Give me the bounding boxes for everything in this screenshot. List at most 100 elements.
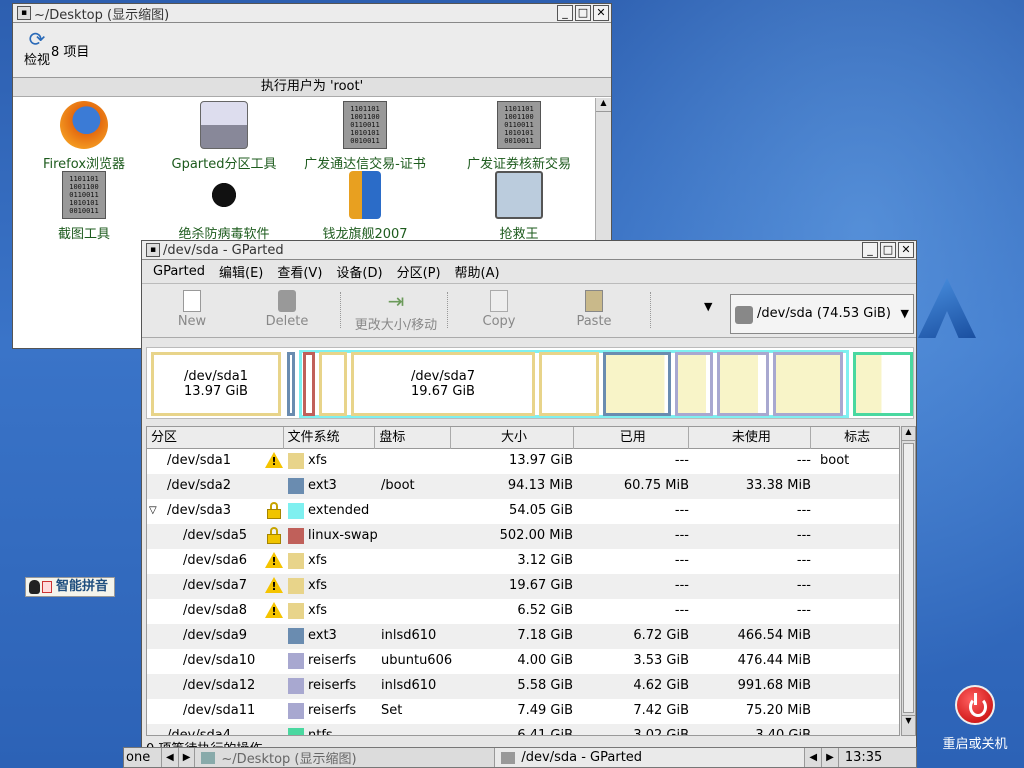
desktop-icon-label: Gparted分区工具 — [171, 157, 277, 172]
scroll-thumb[interactable] — [903, 443, 914, 713]
col-size[interactable]: 大小 — [451, 427, 574, 449]
partition-used: --- — [674, 578, 689, 593]
taskbar-task-filemanager[interactable]: ~/Desktop (显示缩图) — [195, 748, 496, 767]
gparted-titlebar[interactable]: ▪ /dev/sda - GParted _ □ ✕ — [142, 241, 916, 260]
close-icon[interactable]: ✕ — [593, 5, 609, 21]
refresh-button[interactable]: ⟳ 检视 — [19, 29, 55, 68]
power-button[interactable]: 重启或关机 — [940, 685, 1010, 752]
clock[interactable]: 13:35 — [839, 748, 888, 767]
toolbar-overflow-arrow[interactable]: ▼ — [704, 300, 712, 313]
warning-icon[interactable]: ! — [265, 602, 283, 618]
warning-icon[interactable]: ! — [265, 552, 283, 568]
new-label: New — [177, 314, 207, 329]
desktop-icon-7[interactable]: 钱龙旗舰2007 — [300, 171, 430, 242]
table-row[interactable]: /dev/sda8! xfs 6.52 GiB --- --- — [147, 599, 899, 624]
partition-name: /dev/sda3 — [167, 503, 231, 518]
partition-unused: 991.68 MiB — [737, 678, 811, 693]
minimize-icon[interactable]: _ — [862, 242, 878, 258]
menu-view[interactable]: 查看(V) — [277, 262, 322, 281]
table-row[interactable]: /dev/sda10 reiserfs ubuntu606 4.00 GiB 3.53 … — [147, 649, 899, 674]
col-filesystem[interactable]: 文件系统 — [284, 427, 376, 449]
file-manager-titlebar[interactable]: ▪ ~/Desktop (显示缩图) _ □ ✕ — [13, 4, 611, 23]
table-row[interactable]: /dev/sda11 reiserfs Set 7.49 GiB 7.42 GiB 75.… — [147, 699, 899, 724]
copy-button[interactable]: Copy — [479, 290, 519, 329]
table-row[interactable]: /dev/sda6! xfs 3.12 GiB --- --- — [147, 549, 899, 574]
diskmap-sda5[interactable] — [303, 352, 315, 416]
diskmap-sda2[interactable] — [287, 352, 295, 416]
partition-unused: --- — [796, 503, 811, 518]
menu-partition[interactable]: 分区(P) — [397, 262, 441, 281]
scroll-up-icon[interactable]: ▲ — [902, 427, 915, 441]
diskmap-sda1[interactable]: /dev/sda1 13.97 GiB — [151, 352, 281, 416]
window-menu-icon[interactable]: ▪ — [17, 6, 31, 20]
diskmap-sda7[interactable]: /dev/sda7 19.67 GiB — [351, 352, 535, 416]
menu-edit[interactable]: 编辑(E) — [219, 262, 263, 281]
menu-help[interactable]: 帮助(A) — [455, 262, 500, 281]
taskbar-next[interactable]: ▶ — [179, 748, 196, 767]
scroll-down-icon[interactable]: ▼ — [902, 715, 915, 729]
scroll-up-icon[interactable]: ▲ — [596, 98, 611, 112]
desktop-icon-1[interactable]: Firefox浏览器 — [19, 101, 149, 172]
col-flags[interactable]: 标志 — [811, 427, 899, 449]
taskbar-task-gparted[interactable]: /dev/sda - GParted — [495, 748, 806, 767]
col-partition[interactable]: 分区 — [147, 427, 284, 449]
table-row[interactable]: /dev/sda2 ext3/boot 94.13 MiB 60.75 MiB 33.3… — [147, 474, 899, 499]
table-row[interactable]: /dev/sda9 ext3 inlsd610 7.18 GiB 6.72 GiB 466… — [147, 624, 899, 649]
diskmap-sda6[interactable] — [319, 352, 347, 416]
maximize-icon[interactable]: □ — [880, 242, 896, 258]
diskmap-sda12[interactable] — [717, 352, 769, 416]
filesystem-color-swatch — [288, 578, 304, 594]
table-row[interactable]: /dev/sda4 ntfs 6.41 GiB 3.02 GiB 3.40 GiB — [147, 724, 899, 735]
paste-button[interactable]: Paste — [572, 290, 616, 329]
taskbar-scroll-right[interactable]: ▶ — [822, 748, 839, 767]
diskmap-sda4[interactable] — [853, 352, 913, 416]
warning-icon[interactable]: ! — [265, 452, 283, 468]
qianlong-icon — [349, 171, 381, 219]
partition-name: /dev/sda1 — [167, 453, 231, 468]
table-row[interactable]: /dev/sda12 reiserfs inlsd610 5.58 GiB 4.62 G… — [147, 674, 899, 699]
table-row[interactable]: ▽ /dev/sda3 extended 54.05 GiB --- --- — [147, 499, 899, 524]
expander-icon[interactable]: ▽ — [149, 505, 157, 516]
col-unused[interactable]: 未使用 — [689, 427, 812, 449]
diskmap-sda8[interactable] — [539, 352, 599, 416]
partition-flags: boot — [820, 453, 850, 468]
desktop-icon-2[interactable]: Gparted分区工具 — [159, 101, 289, 172]
folder-icon — [201, 751, 216, 764]
col-label[interactable]: 盘标 — [375, 427, 452, 449]
table-row[interactable]: /dev/sda5 linux-swap 502.00 MiB --- --- — [147, 524, 899, 549]
device-selector[interactable]: /dev/sda (74.53 GiB) ▼ — [730, 294, 914, 334]
close-icon[interactable]: ✕ — [898, 242, 914, 258]
menu-gparted[interactable]: GParted — [153, 264, 205, 279]
delete-button[interactable]: Delete — [262, 290, 312, 329]
taskbar-prev[interactable]: ◀ — [162, 748, 179, 767]
maximize-icon[interactable]: □ — [575, 5, 591, 21]
diskmap-sda9[interactable] — [603, 352, 671, 416]
partition-name: /dev/sda6 — [183, 553, 247, 568]
table-row[interactable]: /dev/sda7! xfs 19.67 GiB --- --- — [147, 574, 899, 599]
table-row[interactable]: /dev/sda1! xfs 13.97 GiB --- --- boot — [147, 449, 899, 474]
desktop-icon-4[interactable]: 1101101 1001100 0110011 1010101 0010011 广… — [454, 101, 584, 172]
diskmap-sda11[interactable] — [773, 352, 843, 416]
desktop-icon-6[interactable]: 绝杀防病毒软件 — [159, 171, 289, 242]
desktop-icon-5[interactable]: 1101101 1001100 0110011 1010101 0010011 截… — [19, 171, 149, 242]
window-menu-icon[interactable]: ▪ — [146, 243, 160, 257]
new-button[interactable]: New — [172, 290, 212, 329]
taskbar-scroll-left[interactable]: ◀ — [805, 748, 823, 767]
resize-move-button[interactable]: ⇥ 更改大小/移动 — [348, 290, 444, 333]
table-scrollbar[interactable]: ▲ ▼ — [901, 426, 916, 736]
paste-label: Paste — [576, 314, 612, 329]
col-used[interactable]: 已用 — [574, 427, 689, 449]
warning-icon[interactable]: ! — [265, 577, 283, 593]
ime-label: 智能拼音 — [56, 579, 109, 594]
partition-used: 3.53 GiB — [633, 653, 689, 668]
desktop-icon-8[interactable]: 抢救王 — [454, 171, 584, 242]
partition-label: inlsd610 — [381, 628, 437, 643]
ime-indicator[interactable]: 智能拼音 — [25, 577, 115, 597]
filesystem-color-swatch — [288, 628, 304, 644]
filesystem-color-swatch — [288, 503, 304, 519]
partition-used: --- — [674, 453, 689, 468]
diskmap-sda10[interactable] — [675, 352, 713, 416]
minimize-icon[interactable]: _ — [557, 5, 573, 21]
menu-device[interactable]: 设备(D) — [336, 262, 382, 281]
taskbar-workspace[interactable]: one — [124, 748, 162, 767]
